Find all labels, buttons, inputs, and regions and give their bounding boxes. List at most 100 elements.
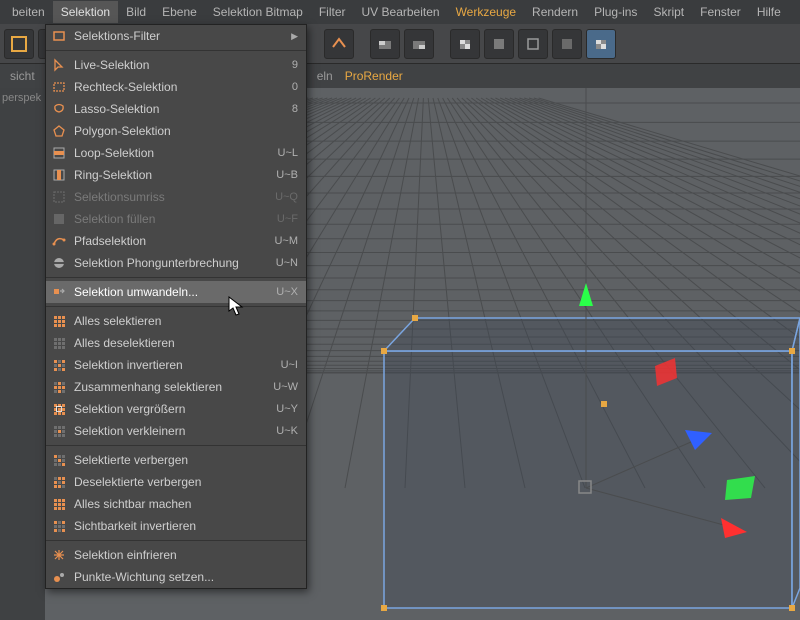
menu-shortcut: U~M <box>266 235 298 247</box>
menu-shortcut: 0 <box>284 81 298 93</box>
menubar: beitenSelektionBildEbeneSelektion Bitmap… <box>0 0 800 24</box>
toolbar-button[interactable] <box>450 29 480 59</box>
menu-item[interactable]: Selektion einfrieren <box>46 544 306 566</box>
menu-item-label: Selektion umwandeln... <box>74 285 268 299</box>
menu-item[interactable]: Selektion invertierenU~I <box>46 354 306 376</box>
cursor-o-icon <box>50 56 68 74</box>
menu-item-label: Polygon-Selektion <box>74 124 298 138</box>
menu-shortcut: 9 <box>284 59 298 71</box>
left-sidebar: perspek <box>0 88 45 620</box>
menu-item[interactable]: Deselektierte verbergen <box>46 471 306 493</box>
menu-item[interactable]: Selektion vergrößernU~Y <box>46 398 306 420</box>
menu-item-skript[interactable]: Skript <box>645 1 692 23</box>
phong-icon <box>50 254 68 272</box>
menu-shortcut: U~L <box>270 147 299 159</box>
menu-item-label: Zusammenhang selektieren <box>74 380 265 394</box>
menu-item[interactable]: Punkte-Wichtung setzen... <box>46 566 306 588</box>
toolbar-button[interactable] <box>4 29 34 59</box>
menu-item[interactable]: Selektion verkleinernU~K <box>46 420 306 442</box>
toolbar-button[interactable] <box>404 29 434 59</box>
menu-item-label: Selektierte verbergen <box>74 453 298 467</box>
freeze-icon <box>50 546 68 564</box>
menu-item-rendern[interactable]: Rendern <box>524 1 586 23</box>
poly-o-icon <box>50 122 68 140</box>
menu-item-selektion[interactable]: Selektion <box>53 1 118 23</box>
submenu-arrow-icon: ▶ <box>291 31 298 42</box>
menu-item[interactable]: Alles deselektieren <box>46 332 306 354</box>
menu-item-fenster[interactable]: Fenster <box>692 1 749 23</box>
menu-item-plug-ins[interactable]: Plug-ins <box>586 1 645 23</box>
menu-item[interactable]: Rechteck-Selektion0 <box>46 76 306 98</box>
menu-item-label: Live-Selektion <box>74 58 284 72</box>
menu-item-label: Ring-Selektion <box>74 168 268 182</box>
tab-prorender[interactable]: ProRender <box>339 69 409 83</box>
menu-item-label: Pfadselektion <box>74 234 266 248</box>
toolbar-button[interactable] <box>586 29 616 59</box>
menu-item[interactable]: Selektierte verbergen <box>46 449 306 471</box>
toolbar-button[interactable] <box>370 29 400 59</box>
menu-item-label: Sichtbarkeit invertieren <box>74 519 298 533</box>
rect-o-icon <box>50 78 68 96</box>
toolbar-button[interactable] <box>484 29 514 59</box>
menu-shortcut: U~N <box>268 257 298 269</box>
menu-item-label: Deselektierte verbergen <box>74 475 298 489</box>
outline-icon <box>50 188 68 206</box>
convert-icon <box>50 283 68 301</box>
menu-item-beiten[interactable]: beiten <box>4 1 53 23</box>
weight-icon <box>50 568 68 586</box>
menu-shortcut: U~X <box>268 286 298 298</box>
menu-item[interactable]: Zusammenhang selektierenU~W <box>46 376 306 398</box>
menu-shortcut: 8 <box>284 103 298 115</box>
menu-item-label: Selektion verkleinern <box>74 424 268 438</box>
menu-item-label: Lasso-Selektion <box>74 102 284 116</box>
menu-item-ebene[interactable]: Ebene <box>154 1 205 23</box>
cube-object[interactable] <box>381 315 800 611</box>
menu-item-label: Alles deselektieren <box>74 336 298 350</box>
all-icon <box>50 312 68 330</box>
shrink-icon <box>50 422 68 440</box>
menu-item-bild[interactable]: Bild <box>118 1 154 23</box>
toolbar-button[interactable] <box>324 29 354 59</box>
loop-icon <box>50 144 68 162</box>
menu-item-werkzeuge[interactable]: Werkzeuge <box>448 1 524 23</box>
menu-item[interactable]: Selektion umwandeln...U~X <box>46 281 306 303</box>
menu-item[interactable]: Sichtbarkeit invertieren <box>46 515 306 537</box>
menu-item-label: Alles sichtbar machen <box>74 497 298 511</box>
menu-item[interactable]: Polygon-Selektion <box>46 120 306 142</box>
lasso-o-icon <box>50 100 68 118</box>
menu-shortcut: U~W <box>265 381 298 393</box>
toolbar-button[interactable] <box>552 29 582 59</box>
menu-item-hilfe[interactable]: Hilfe <box>749 1 789 23</box>
menu-item-uv bearbeiten[interactable]: UV Bearbeiten <box>354 1 448 23</box>
viewport-label: perspek <box>2 92 43 104</box>
tab-label[interactable]: eln <box>311 69 339 83</box>
menu-item[interactable]: Alles selektieren <box>46 310 306 332</box>
menu-item-label: Selektion Phongunterbrechung <box>74 256 268 270</box>
conn-icon <box>50 378 68 396</box>
toolbar-button[interactable] <box>518 29 548 59</box>
menu-shortcut: U~K <box>268 425 298 437</box>
menu-item[interactable]: Alles sichtbar machen <box>46 493 306 515</box>
fill-icon <box>50 210 68 228</box>
menu-item-label: Selektion invertieren <box>74 358 273 372</box>
menu-item[interactable]: Lasso-Selektion8 <box>46 98 306 120</box>
tab-label[interactable]: sicht <box>4 69 41 83</box>
grow-icon <box>50 400 68 418</box>
menu-item[interactable]: Loop-SelektionU~L <box>46 142 306 164</box>
rect-icon <box>50 27 68 45</box>
menu-item-selektion bitmap[interactable]: Selektion Bitmap <box>205 1 311 23</box>
menu-item[interactable]: Live-Selektion9 <box>46 54 306 76</box>
menu-item[interactable]: PfadselektionU~M <box>46 230 306 252</box>
menu-item[interactable]: Ring-SelektionU~B <box>46 164 306 186</box>
menu-item[interactable]: Selektion PhongunterbrechungU~N <box>46 252 306 274</box>
menu-shortcut: U~Q <box>267 191 298 203</box>
menu-item[interactable]: Selektions-Filter▶ <box>46 25 306 47</box>
hide2-icon <box>50 473 68 491</box>
menu-item: SelektionsumrissU~Q <box>46 186 306 208</box>
menu-shortcut: U~Y <box>268 403 298 415</box>
show-icon <box>50 495 68 513</box>
menu-item-label: Rechteck-Selektion <box>74 80 284 94</box>
menu-item-label: Selektion füllen <box>74 212 269 226</box>
menu-item-filter[interactable]: Filter <box>311 1 354 23</box>
vis-icon <box>50 517 68 535</box>
